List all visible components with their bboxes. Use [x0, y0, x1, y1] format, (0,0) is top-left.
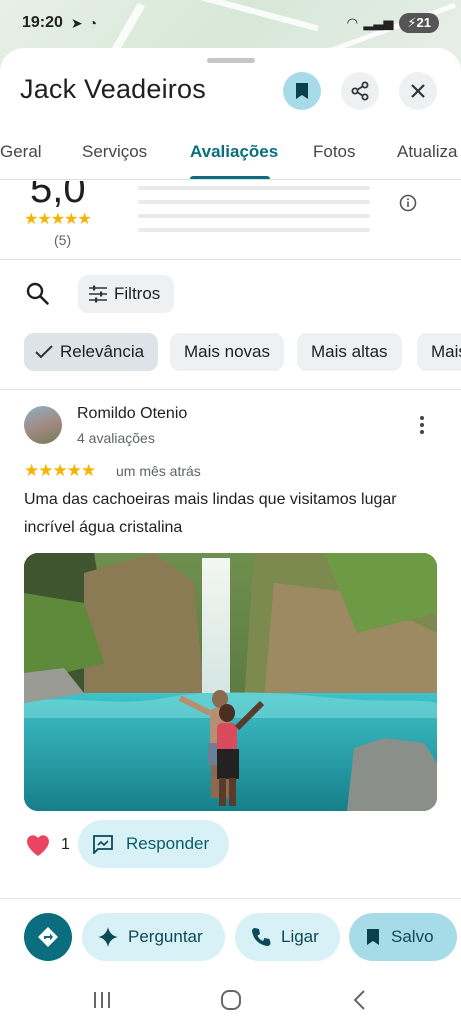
- action-bar: Perguntar Ligar Salvo: [0, 898, 461, 976]
- rating-bar: [138, 200, 370, 204]
- tab-bar: Geral Serviços Avaliações Fotos Atualiza: [0, 136, 461, 180]
- call-label: Ligar: [281, 927, 319, 946]
- rating-count: (5): [54, 232, 72, 248]
- tab-fotos[interactable]: Fotos: [313, 142, 356, 162]
- home-icon: [221, 990, 241, 1010]
- sort-highest-label: Mais altas: [311, 342, 388, 361]
- tab-atualizacoes[interactable]: Atualiza: [397, 142, 457, 162]
- review-more-options-button[interactable]: [410, 412, 434, 438]
- saved-label: Salvo: [391, 927, 434, 946]
- rating-bar: [138, 228, 370, 232]
- ask-button[interactable]: Perguntar: [82, 913, 225, 961]
- place-title: Jack Veadeiros: [20, 74, 206, 104]
- rating-summary: 5,0 ★★★★★ (5): [0, 181, 461, 261]
- like-count: 1: [61, 836, 70, 853]
- status-time: 19:20: [22, 14, 63, 31]
- waterfall-photo-image: [24, 553, 437, 811]
- recent-apps-icon: [94, 992, 110, 1008]
- sort-newest-label: Mais novas: [184, 342, 270, 361]
- back-icon: [353, 990, 365, 1010]
- back-button[interactable]: [346, 986, 374, 1014]
- rating-bar: [138, 214, 370, 218]
- review-text: Uma das cachoeiras mais lindas que visit…: [24, 491, 397, 536]
- tab-avaliacoes[interactable]: Avaliações: [190, 142, 278, 162]
- sort-more-chip[interactable]: Mais: [417, 333, 461, 371]
- reply-button[interactable]: Responder: [78, 820, 229, 868]
- reviewer-review-count: 4 avaliações: [77, 430, 155, 446]
- rating-stars: ★★★★★: [24, 211, 92, 228]
- signal-icon: ▂▃▅: [363, 15, 394, 30]
- active-tab-indicator: [190, 176, 270, 179]
- sparkle-icon: [98, 927, 118, 947]
- filters-label: Filtros: [114, 284, 161, 303]
- telegram-icon: ➤: [70, 14, 83, 31]
- search-reviews-button[interactable]: [24, 280, 52, 308]
- home-button[interactable]: [217, 986, 245, 1014]
- call-button[interactable]: Ligar: [235, 913, 340, 961]
- battery-indicator: ⚡21: [399, 13, 439, 33]
- bookmark-icon: [367, 929, 379, 945]
- place-sheet: Jack Veadeiros Geral Serviços Avaliações…: [0, 48, 461, 1024]
- ask-label: Perguntar: [128, 927, 203, 946]
- rating-bar: [138, 186, 370, 190]
- rating-score: 5,0: [30, 181, 86, 211]
- filters-button[interactable]: Filtros: [78, 275, 175, 313]
- share-icon: [351, 81, 369, 101]
- bookmark-icon: [296, 83, 308, 99]
- close-icon: [411, 84, 425, 98]
- reply-label: Responder: [126, 834, 210, 853]
- review-photo[interactable]: [24, 553, 437, 811]
- saved-button[interactable]: Salvo: [349, 913, 457, 961]
- reviewer-avatar[interactable]: [24, 406, 62, 444]
- share-button[interactable]: [341, 72, 379, 110]
- phone-icon: [252, 928, 271, 946]
- reply-icon: [93, 835, 113, 854]
- sort-highest-chip[interactable]: Mais altas: [297, 333, 402, 371]
- divider: [0, 259, 461, 260]
- heart-icon[interactable]: [24, 831, 52, 859]
- tune-icon: [89, 285, 107, 303]
- status-bar: 19:20 ➤ ◔ ◠ ▂▃▅ ⚡21: [0, 0, 461, 46]
- sort-relevance-label: Relevância: [60, 342, 145, 361]
- sort-relevance-chip[interactable]: Relevância: [24, 333, 159, 371]
- tab-geral[interactable]: Geral: [0, 142, 42, 162]
- divider: [0, 389, 461, 390]
- info-icon[interactable]: [399, 194, 417, 212]
- whatsapp-icon: ◔: [88, 15, 98, 31]
- status-icons: ◠ ▂▃▅ ⚡21: [347, 13, 439, 33]
- recent-apps-button[interactable]: [88, 986, 116, 1014]
- review-date: um mês atrás: [116, 463, 201, 479]
- wifi-icon: ◠: [347, 15, 358, 30]
- rating-distribution: [138, 186, 370, 242]
- reviewer-name[interactable]: Romildo Otenio: [77, 405, 187, 423]
- review-stars: ★★★★★: [24, 461, 96, 480]
- tab-servicos[interactable]: Serviços: [82, 142, 147, 162]
- drag-handle[interactable]: [207, 58, 255, 63]
- directions-button[interactable]: [24, 913, 72, 961]
- close-button[interactable]: [399, 72, 437, 110]
- check-icon: [35, 345, 53, 359]
- sort-newest-chip[interactable]: Mais novas: [170, 333, 284, 371]
- save-button[interactable]: [283, 72, 321, 110]
- sort-more-label: Mais: [431, 342, 461, 361]
- system-navigation-bar: [0, 976, 461, 1024]
- directions-icon: [38, 927, 58, 947]
